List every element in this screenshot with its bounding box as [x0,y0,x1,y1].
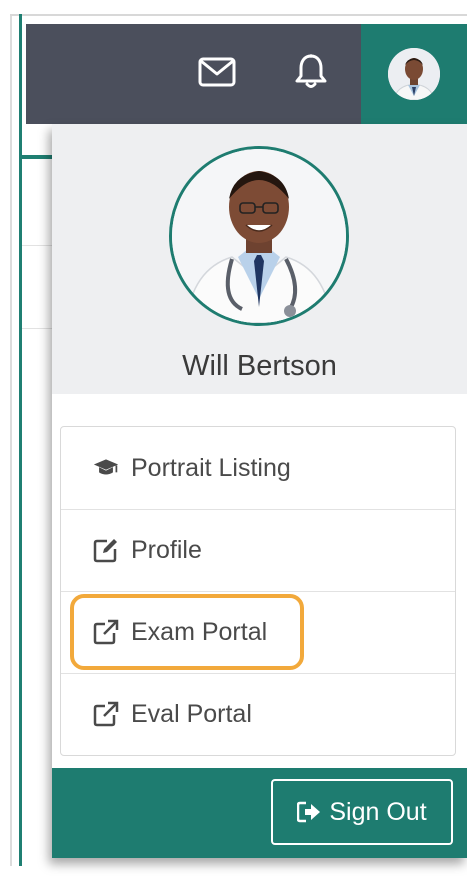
sign-out-label: Sign Out [329,797,427,826]
menu-item-label: Eval Portal [131,699,252,728]
user-dropdown-panel: Will Bertson Portrait Listing Profile Ex… [52,124,467,858]
edit-icon [93,537,119,563]
sign-out-icon [297,800,321,824]
menu-item-label: Portrait Listing [131,453,291,482]
user-menu-toggle[interactable] [361,24,467,124]
bell-icon [294,53,328,96]
page-row-divider [22,245,52,246]
menu-item-profile[interactable]: Profile [61,509,455,592]
menu-item-eval-portal[interactable]: Eval Portal [61,673,455,755]
page-row-divider [22,328,52,329]
user-menu: Portrait Listing Profile Exam Portal Eva… [60,426,456,756]
menu-item-label: Exam Portal [131,617,268,646]
menu-item-exam-portal[interactable]: Exam Portal [61,591,455,674]
page-frame-edge [10,14,12,866]
dropdown-footer: Sign Out [52,768,467,858]
mail-button[interactable] [182,24,252,124]
avatar [388,48,440,100]
mail-icon [198,57,236,92]
top-navbar [26,24,467,124]
profile-header: Will Bertson [52,124,467,394]
menu-item-label: Profile [131,535,202,564]
menu-item-portrait-listing[interactable]: Portrait Listing [61,427,455,510]
page-accent-stripe [19,14,22,866]
profile-avatar [169,146,349,326]
page-active-tab-indicator [22,155,52,159]
graduation-cap-icon [93,455,119,481]
external-link-icon [93,619,119,645]
sign-out-button[interactable]: Sign Out [271,779,453,845]
external-link-icon [93,701,119,727]
page-top-border [10,14,467,16]
user-name: Will Bertson [182,350,337,382]
notifications-button[interactable] [276,24,346,124]
